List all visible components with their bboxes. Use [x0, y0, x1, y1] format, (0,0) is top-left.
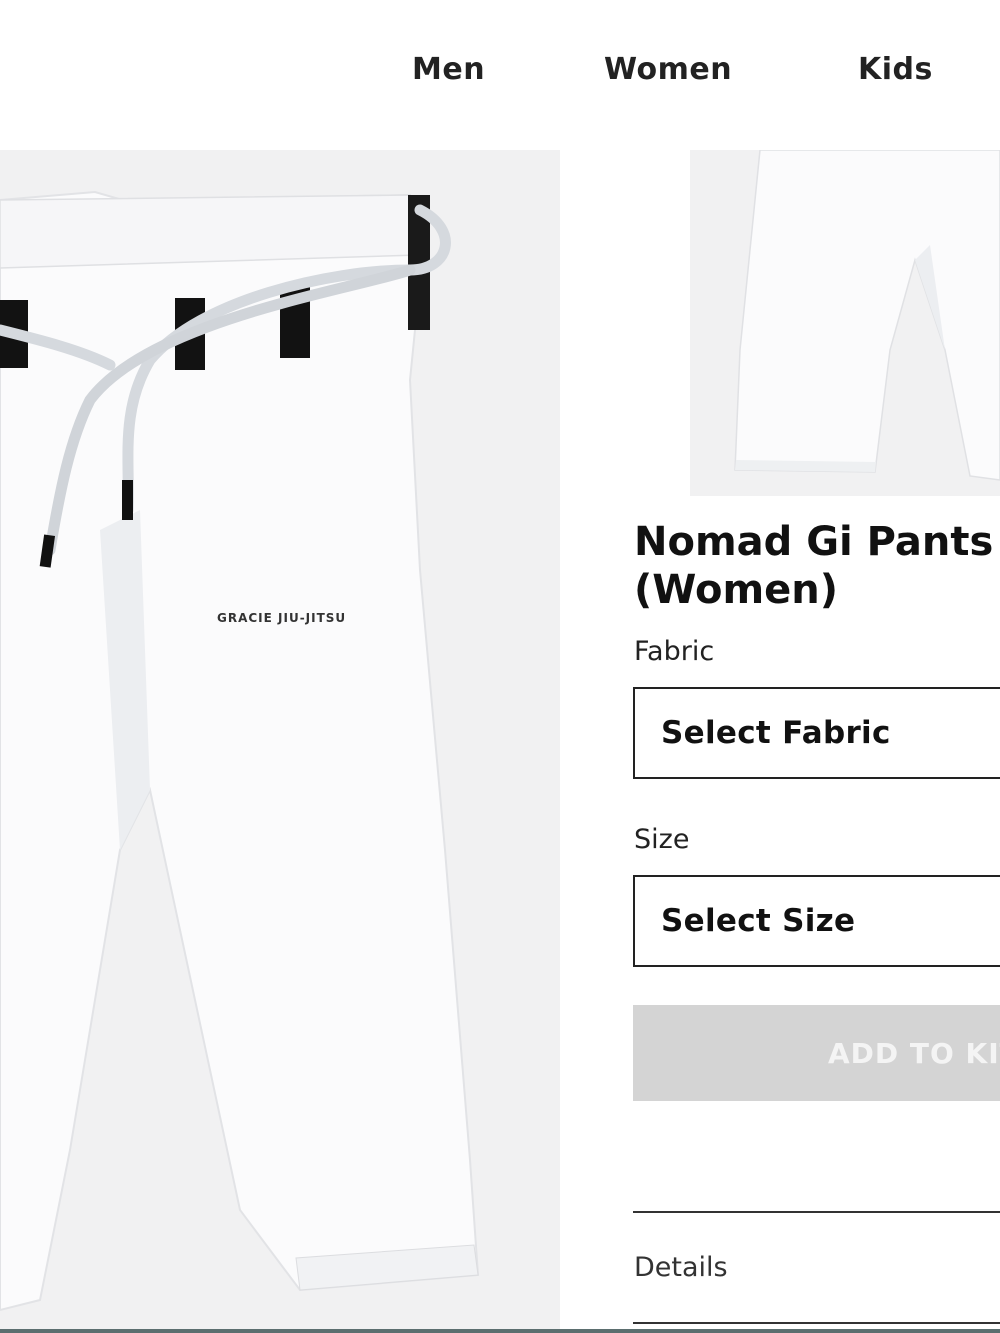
size-label: Size	[634, 824, 690, 855]
product-thumbnail[interactable]	[690, 150, 1000, 496]
gi-pants-illustration: GRACIE JIU-JITSU	[0, 190, 480, 1312]
gi-pants-thumbnail-illustration	[734, 150, 1000, 481]
pants-logo-text: GRACIE JIU-JITSU	[217, 611, 346, 625]
fabric-label: Fabric	[634, 636, 715, 667]
top-nav: Men Women Kids	[0, 0, 1000, 140]
product-title: Nomad Gi Pants (Women)	[634, 518, 1000, 614]
bottom-edge-strip	[0, 1329, 1000, 1333]
add-to-kit-button[interactable]: ADD TO KIT	[633, 1005, 1000, 1101]
section-divider	[633, 1322, 1000, 1324]
fabric-select-value: Select Fabric	[661, 715, 891, 751]
product-main-image[interactable]: GRACIE JIU-JITSU	[0, 150, 560, 1333]
size-select[interactable]: Select Size	[633, 875, 1000, 967]
nav-link-women[interactable]: Women	[604, 52, 732, 87]
product-title-line2: (Women)	[634, 567, 839, 613]
details-accordion-toggle[interactable]: Details	[634, 1252, 728, 1283]
add-to-kit-label: ADD TO KIT	[828, 1036, 1000, 1070]
fabric-select[interactable]: Select Fabric	[633, 687, 1000, 779]
nav-link-men[interactable]: Men	[412, 52, 485, 87]
nav-link-kids[interactable]: Kids	[858, 52, 933, 87]
section-divider	[633, 1211, 1000, 1213]
product-title-line1: Nomad Gi Pants	[634, 519, 994, 565]
size-select-value: Select Size	[661, 903, 856, 939]
